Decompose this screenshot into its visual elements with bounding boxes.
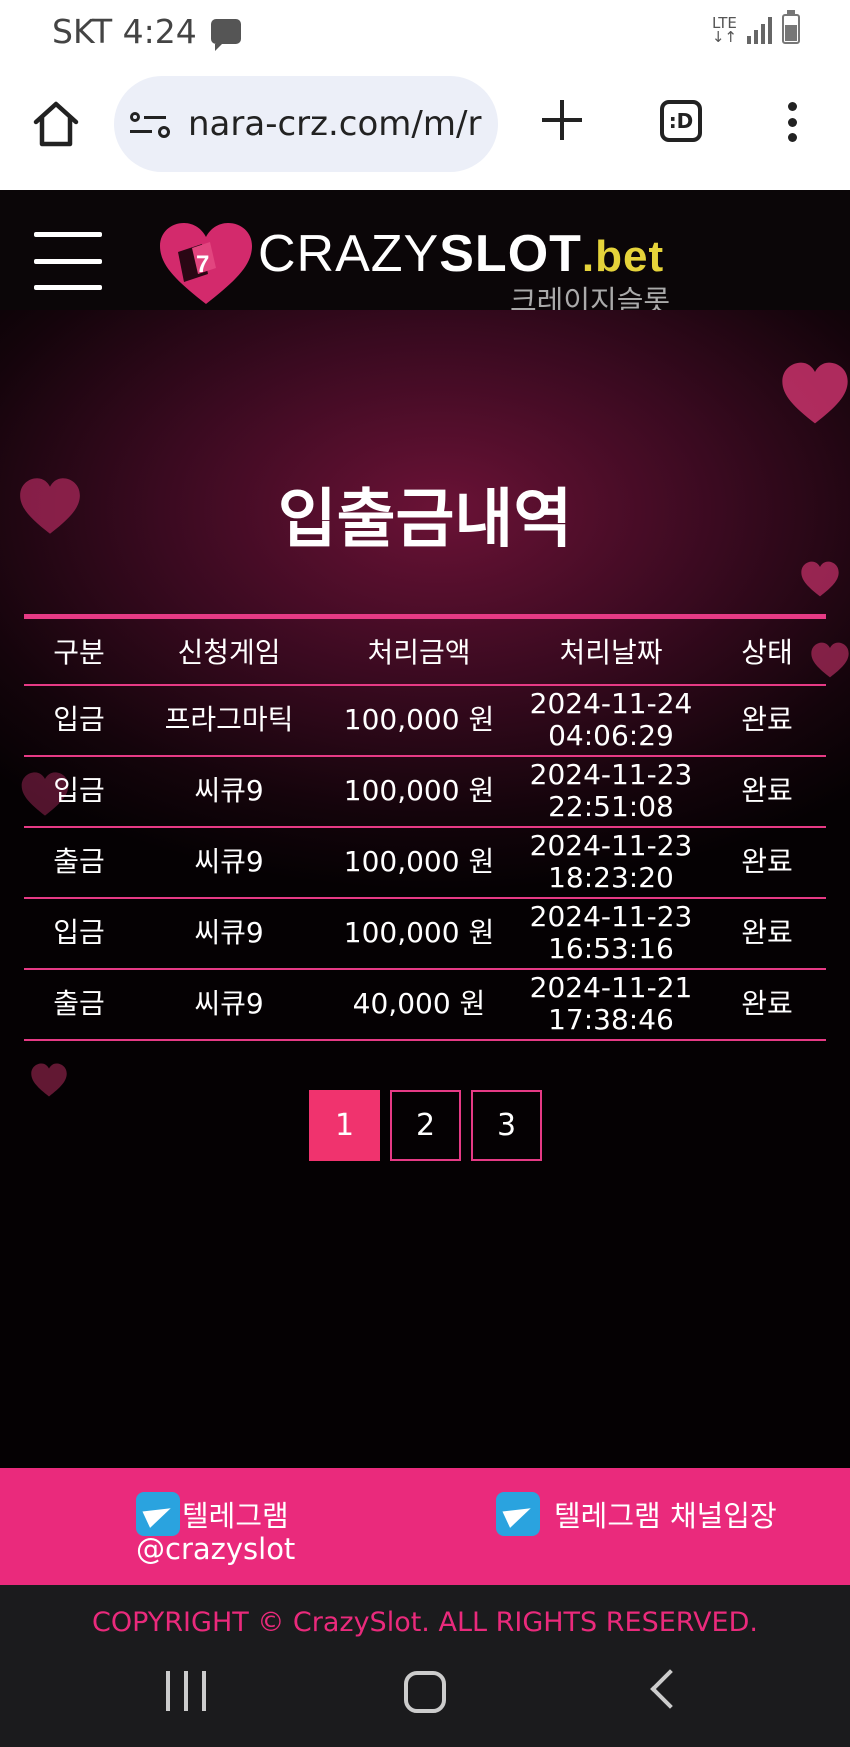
- battery-icon: [782, 10, 800, 44]
- home-icon[interactable]: [30, 98, 82, 150]
- cell-date: 2024-11-23: [529, 829, 693, 862]
- telegram-channel-link[interactable]: 텔레그램 채널입장: [496, 1492, 777, 1536]
- telegram-contact-link[interactable]: 텔레그램 @crazyslot: [136, 1492, 316, 1566]
- telegram-contact-row: 텔레그램: [136, 1492, 316, 1536]
- cell-type: 입금: [24, 897, 134, 970]
- message-notification-icon: [210, 19, 241, 51]
- cell-game: 씨큐9: [134, 897, 324, 970]
- decorative-heart-icon: [801, 561, 839, 597]
- pagination: 1 2 3: [309, 1090, 542, 1161]
- cell-time: 22:51:08: [548, 790, 674, 823]
- cell-datetime: 2024-11-24 04:06:29: [514, 684, 708, 757]
- cell-amount: 100,000 원: [324, 826, 514, 899]
- cell-time: 04:06:29: [548, 719, 674, 752]
- header-amount: 처리금액: [324, 616, 514, 686]
- page-button-1[interactable]: 1: [309, 1090, 380, 1161]
- cell-game: 씨큐9: [134, 826, 324, 899]
- header-type: 구분: [24, 616, 134, 686]
- new-tab-icon[interactable]: [540, 98, 584, 142]
- telegram-footer: 텔레그램 @crazyslot 텔레그램 채널입장: [0, 1468, 850, 1585]
- table-row: 입금 프라그마틱 100,000 원 2024-11-24 04:06:29 완료: [24, 684, 826, 757]
- logo-text-crazy: CRAZY: [258, 225, 440, 283]
- header-game: 신청게임: [134, 616, 324, 686]
- copyright-text: COPYRIGHT © CrazySlot. ALL RIGHTS RESERV…: [92, 1607, 758, 1637]
- network-indicator: LTE ↓↑: [711, 16, 737, 46]
- telegram-channel-label: 텔레그램 채널입장: [554, 1499, 777, 1533]
- telegram-label: 텔레그램: [182, 1499, 289, 1533]
- cell-date: 2024-11-23: [529, 900, 693, 933]
- cell-status: 완료: [708, 968, 826, 1041]
- telegram-icon: [136, 1492, 180, 1536]
- cell-time: 16:53:16: [548, 932, 674, 965]
- logo-text-tld: .bet: [581, 232, 665, 281]
- cell-status: 완료: [708, 684, 826, 757]
- cell-amount: 100,000 원: [324, 755, 514, 828]
- header-status: 상태: [708, 616, 826, 686]
- main-content: 입출금내역 구분 신청게임 처리금액 처리날짜 상태 입금 프라그마틱 100,…: [0, 310, 850, 1468]
- hamburger-menu-icon[interactable]: [34, 232, 102, 290]
- address-bar[interactable]: nara-crz.com/m/r: [114, 76, 498, 172]
- cell-datetime: 2024-11-23 16:53:16: [514, 897, 708, 970]
- cell-date: 2024-11-21: [529, 971, 693, 1004]
- cell-time: 18:23:20: [548, 861, 674, 894]
- carrier-time: SKT 4:24: [52, 12, 197, 51]
- cell-date: 2024-11-23: [529, 758, 693, 791]
- table-row: 출금 씨큐9 40,000 원 2024-11-21 17:38:46 완료: [24, 968, 826, 1041]
- cell-time: 17:38:46: [548, 1003, 674, 1036]
- heart-slot-logo-icon: 7: [160, 223, 252, 304]
- cell-datetime: 2024-11-23 18:23:20: [514, 826, 708, 899]
- cell-amount: 40,000 원: [324, 968, 514, 1041]
- cell-status: 완료: [708, 826, 826, 899]
- data-arrows-icon: ↓↑: [711, 28, 737, 46]
- cell-status: 완료: [708, 755, 826, 828]
- table-row: 입금 씨큐9 100,000 원 2024-11-23 16:53:16 완료: [24, 897, 826, 970]
- table-row: 출금 씨큐9 100,000 원 2024-11-23 18:23:20 완료: [24, 826, 826, 899]
- home-nav-icon[interactable]: [404, 1671, 446, 1713]
- cell-type: 출금: [24, 826, 134, 899]
- header-date: 처리날짜: [514, 616, 708, 686]
- cell-datetime: 2024-11-23 22:51:08: [514, 755, 708, 828]
- status-bar: SKT 4:24 LTE ↓↑: [0, 0, 850, 62]
- browser-toolbar: nara-crz.com/m/r :D: [0, 62, 850, 190]
- table-row: 입금 씨큐9 100,000 원 2024-11-23 22:51:08 완료: [24, 755, 826, 828]
- cell-amount: 100,000 원: [324, 684, 514, 757]
- cell-date: 2024-11-24: [529, 687, 693, 720]
- site-header: 7 CRAZYSLOT.bet 크레이지슬롯: [0, 190, 850, 318]
- logo-text-slot: SLOT: [439, 225, 582, 283]
- back-icon[interactable]: [650, 1669, 690, 1709]
- copyright-bar: COPYRIGHT © CrazySlot. ALL RIGHTS RESERV…: [0, 1585, 850, 1637]
- decorative-heart-icon: [31, 1063, 67, 1097]
- site-settings-icon[interactable]: [130, 106, 170, 142]
- signal-icon: [747, 16, 772, 44]
- page-button-3[interactable]: 3: [471, 1090, 542, 1161]
- system-navigation-bar: [0, 1637, 850, 1747]
- cell-game: 씨큐9: [134, 755, 324, 828]
- cell-type: 출금: [24, 968, 134, 1041]
- cell-amount: 100,000 원: [324, 897, 514, 970]
- site-logo[interactable]: 7 CRAZYSLOT.bet 크레이지슬롯: [158, 220, 698, 318]
- telegram-handle: @crazyslot: [136, 1532, 296, 1566]
- more-menu-icon[interactable]: [786, 102, 798, 142]
- svg-text:7: 7: [196, 251, 209, 278]
- cell-type: 입금: [24, 755, 134, 828]
- url-text[interactable]: nara-crz.com/m/r: [188, 104, 481, 144]
- page-title: 입출금내역: [277, 483, 573, 557]
- cell-type: 입금: [24, 684, 134, 757]
- status-right: LTE ↓↑: [711, 10, 800, 46]
- tab-switcher-button[interactable]: :D: [660, 100, 702, 142]
- table-header-row: 구분 신청게임 처리금액 처리날짜 상태: [24, 616, 826, 686]
- telegram-icon: [496, 1492, 540, 1536]
- recent-apps-icon[interactable]: [166, 1671, 206, 1711]
- status-left: SKT 4:24: [52, 12, 241, 51]
- cell-game: 씨큐9: [134, 968, 324, 1041]
- logo-wordmark: CRAZYSLOT.bet: [258, 224, 664, 284]
- page-button-2[interactable]: 2: [390, 1090, 461, 1161]
- cell-datetime: 2024-11-21 17:38:46: [514, 968, 708, 1041]
- transaction-history-table: 구분 신청게임 처리금액 처리날짜 상태 입금 프라그마틱 100,000 원 …: [24, 614, 826, 1041]
- cell-status: 완료: [708, 897, 826, 970]
- cell-game: 프라그마틱: [134, 684, 324, 757]
- decorative-heart-icon: [782, 362, 848, 424]
